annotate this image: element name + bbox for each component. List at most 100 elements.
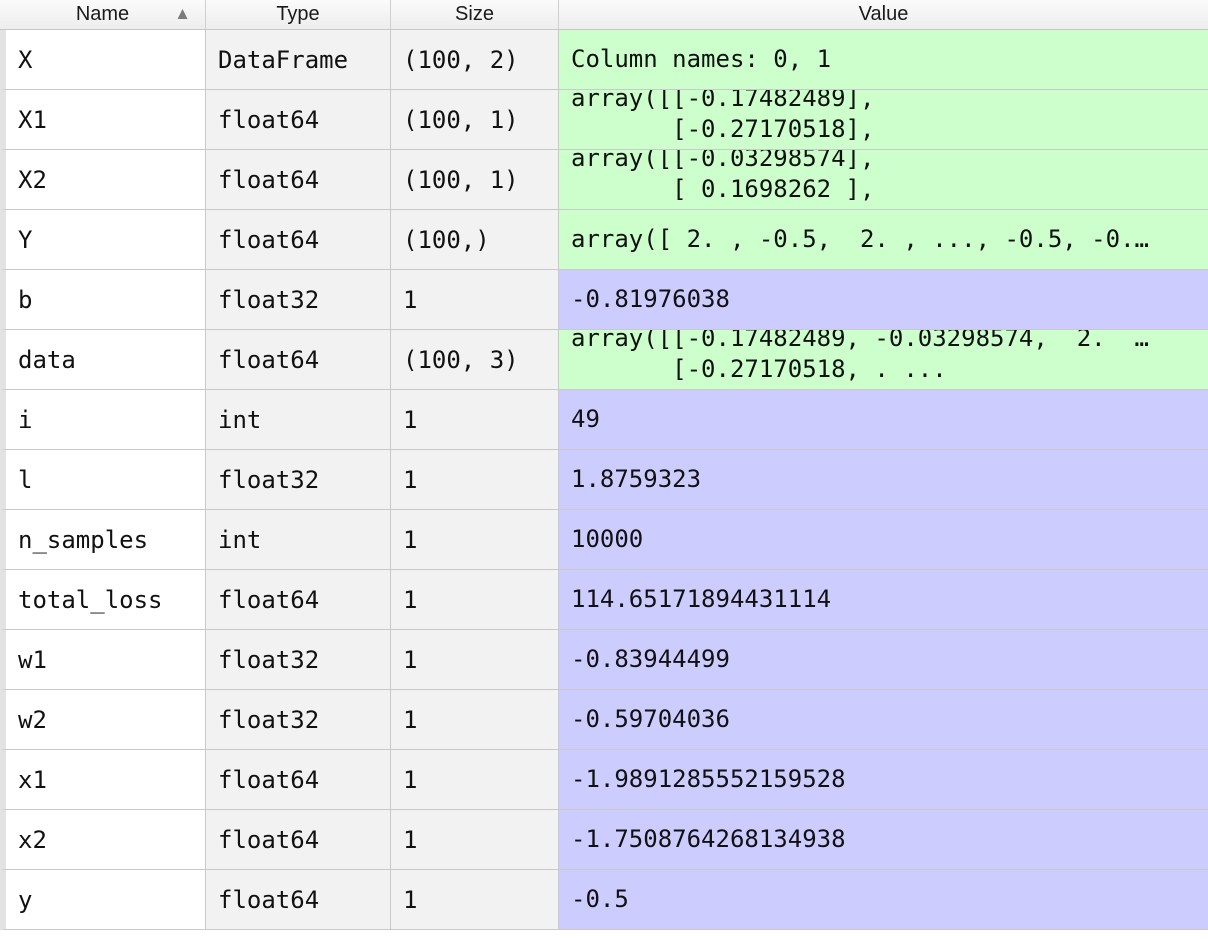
column-header-name-label: Name: [75, 3, 130, 25]
variable-type-cell[interactable]: float32: [206, 630, 391, 690]
variable-value-cell[interactable]: 1.8759323: [559, 450, 1208, 510]
variable-name-cell[interactable]: y: [0, 870, 206, 930]
variable-size-cell[interactable]: 1: [391, 510, 559, 570]
sort-ascending-icon[interactable]: ▲: [174, 4, 191, 24]
table-row[interactable]: X DataFrame (100, 2) Column names: 0, 1: [0, 30, 1208, 90]
variable-size-cell[interactable]: 1: [391, 750, 559, 810]
column-header-type[interactable]: Type: [206, 0, 391, 29]
variable-type-cell[interactable]: float32: [206, 270, 391, 330]
variable-name-cell[interactable]: w2: [0, 690, 206, 750]
variable-value-cell[interactable]: 114.65171894431114: [559, 570, 1208, 630]
variable-name-cell[interactable]: X1: [0, 90, 206, 150]
variable-value-text: 10000: [571, 525, 644, 553]
variable-value-text: -0.5: [571, 885, 629, 913]
column-header-size-label: Size: [455, 3, 494, 25]
variable-value-text: -1.7508764268134938: [571, 825, 846, 853]
table-row[interactable]: b float32 1 -0.81976038: [0, 270, 1208, 330]
variable-value-cell[interactable]: -0.81976038: [559, 270, 1208, 330]
variable-name-cell[interactable]: b: [0, 270, 206, 330]
variable-value-text: array([[-0.17482489, -0.03298574, 2. … […: [571, 330, 1149, 383]
variable-name-cell[interactable]: Y: [0, 210, 206, 270]
variable-name-cell[interactable]: l: [0, 450, 206, 510]
variable-value-text: -0.83944499: [571, 645, 730, 673]
variable-name-cell[interactable]: total_loss: [0, 570, 206, 630]
table-row[interactable]: Y float64 (100,) array([ 2. , -0.5, 2. ,…: [0, 210, 1208, 270]
variable-name-cell[interactable]: n_samples: [0, 510, 206, 570]
variable-name-cell[interactable]: x1: [0, 750, 206, 810]
column-header-size[interactable]: Size: [391, 0, 559, 29]
table-body: X DataFrame (100, 2) Column names: 0, 1 …: [0, 30, 1208, 930]
variable-value-cell[interactable]: Column names: 0, 1: [559, 30, 1208, 90]
variable-value-cell[interactable]: array([[-0.03298574], [ 0.1698262 ],: [559, 150, 1208, 210]
column-header-value[interactable]: Value: [559, 0, 1208, 29]
variable-size-cell[interactable]: 1: [391, 390, 559, 450]
table-row[interactable]: X1 float64 (100, 1) array([[-0.17482489]…: [0, 90, 1208, 150]
table-row[interactable]: n_samples int 1 10000: [0, 510, 1208, 570]
variable-value-cell[interactable]: -1.9891285552159528: [559, 750, 1208, 810]
table-row[interactable]: X2 float64 (100, 1) array([[-0.03298574]…: [0, 150, 1208, 210]
variable-value-cell[interactable]: array([ 2. , -0.5, 2. , ..., -0.5, -0.…: [559, 210, 1208, 270]
variable-size-cell[interactable]: 1: [391, 690, 559, 750]
variable-value-cell[interactable]: -0.83944499: [559, 630, 1208, 690]
variable-type-cell[interactable]: int: [206, 390, 391, 450]
variable-size-cell[interactable]: 1: [391, 450, 559, 510]
variable-value-cell[interactable]: -1.7508764268134938: [559, 810, 1208, 870]
column-header-name[interactable]: Name ▲: [0, 0, 206, 29]
variable-value-text: Column names: 0, 1: [571, 45, 832, 73]
variable-value-text: array([[-0.17482489], [-0.27170518],: [571, 90, 875, 143]
variable-name-cell[interactable]: X: [0, 30, 206, 90]
variable-value-text: -0.59704036: [571, 705, 730, 733]
variable-value-cell[interactable]: 10000: [559, 510, 1208, 570]
variable-value-cell[interactable]: -0.59704036: [559, 690, 1208, 750]
variable-value-cell[interactable]: 49: [559, 390, 1208, 450]
variable-type-cell[interactable]: int: [206, 510, 391, 570]
variable-value-cell[interactable]: array([[-0.17482489], [-0.27170518],: [559, 90, 1208, 150]
variable-type-cell[interactable]: DataFrame: [206, 30, 391, 90]
variable-type-cell[interactable]: float32: [206, 450, 391, 510]
variable-type-cell[interactable]: float64: [206, 330, 391, 390]
variable-type-cell[interactable]: float32: [206, 690, 391, 750]
variable-size-cell[interactable]: 1: [391, 630, 559, 690]
table-row[interactable]: total_loss float64 1 114.65171894431114: [0, 570, 1208, 630]
variable-value-text: -0.81976038: [571, 285, 730, 313]
variable-name-cell[interactable]: data: [0, 330, 206, 390]
variable-size-cell[interactable]: 1: [391, 870, 559, 930]
table-row[interactable]: data float64 (100, 3) array([[-0.1748248…: [0, 330, 1208, 390]
variable-type-cell[interactable]: float64: [206, 870, 391, 930]
variable-size-cell[interactable]: (100, 1): [391, 150, 559, 210]
variable-type-cell[interactable]: float64: [206, 810, 391, 870]
table-header: Name ▲ Type Size Value: [0, 0, 1208, 30]
variable-name-cell[interactable]: w1: [0, 630, 206, 690]
table-row[interactable]: x2 float64 1 -1.7508764268134938: [0, 810, 1208, 870]
variable-value-text: 114.65171894431114: [571, 585, 832, 613]
variable-value-text: array([[-0.03298574], [ 0.1698262 ],: [571, 150, 875, 203]
variable-size-cell[interactable]: 1: [391, 810, 559, 870]
column-header-value-label: Value: [858, 3, 909, 25]
variable-size-cell[interactable]: (100, 1): [391, 90, 559, 150]
variable-value-cell[interactable]: -0.5: [559, 870, 1208, 930]
column-header-type-label: Type: [276, 3, 320, 25]
variable-size-cell[interactable]: (100, 2): [391, 30, 559, 90]
variable-value-cell[interactable]: array([[-0.17482489, -0.03298574, 2. … […: [559, 330, 1208, 390]
table-row[interactable]: y float64 1 -0.5: [0, 870, 1208, 930]
variable-name-cell[interactable]: X2: [0, 150, 206, 210]
table-row[interactable]: w1 float32 1 -0.83944499: [0, 630, 1208, 690]
variable-size-cell[interactable]: 1: [391, 570, 559, 630]
variable-type-cell[interactable]: float64: [206, 150, 391, 210]
variable-size-cell[interactable]: (100,): [391, 210, 559, 270]
variable-size-cell[interactable]: (100, 3): [391, 330, 559, 390]
table-row[interactable]: i int 1 49: [0, 390, 1208, 450]
variable-value-text: 49: [571, 405, 600, 433]
variable-size-cell[interactable]: 1: [391, 270, 559, 330]
variable-explorer-table: Name ▲ Type Size Value X DataFrame (100,…: [0, 0, 1208, 930]
variable-type-cell[interactable]: float64: [206, 90, 391, 150]
variable-type-cell[interactable]: float64: [206, 570, 391, 630]
variable-value-text: -1.9891285552159528: [571, 765, 846, 793]
variable-name-cell[interactable]: i: [0, 390, 206, 450]
table-row[interactable]: w2 float32 1 -0.59704036: [0, 690, 1208, 750]
table-row[interactable]: l float32 1 1.8759323: [0, 450, 1208, 510]
variable-type-cell[interactable]: float64: [206, 750, 391, 810]
variable-name-cell[interactable]: x2: [0, 810, 206, 870]
table-row[interactable]: x1 float64 1 -1.9891285552159528: [0, 750, 1208, 810]
variable-type-cell[interactable]: float64: [206, 210, 391, 270]
